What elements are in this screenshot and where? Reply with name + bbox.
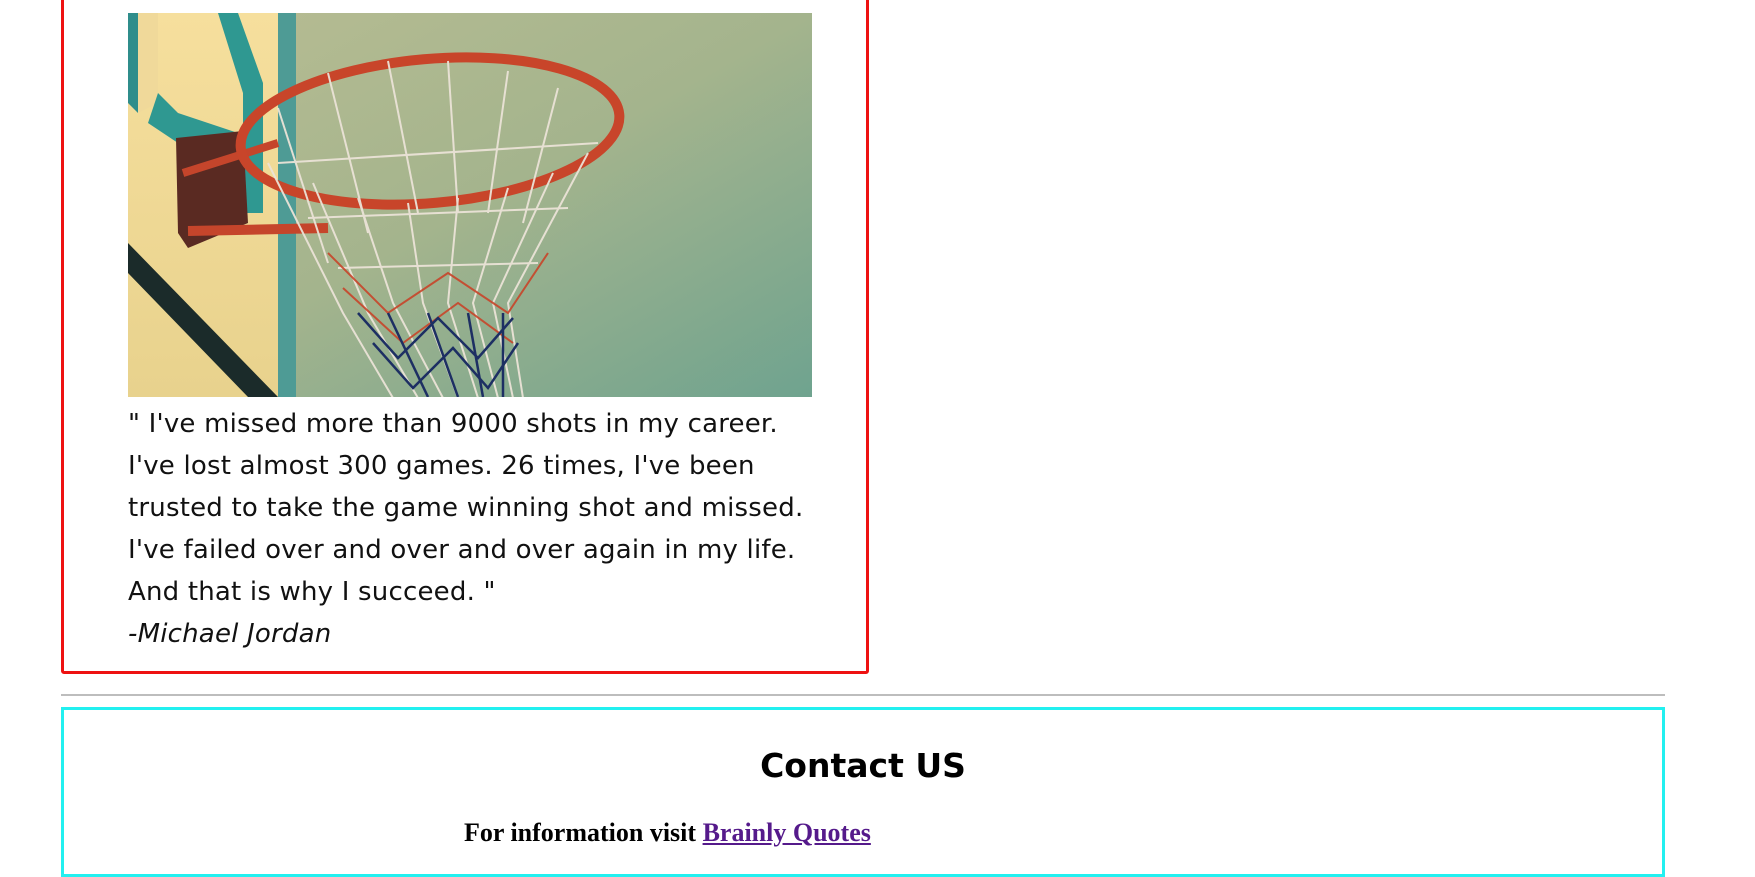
brainly-quotes-link[interactable]: Brainly Quotes (703, 818, 871, 847)
contact-info: For information visit Brainly Quotes (464, 818, 871, 848)
quote-author: -Michael Jordan (128, 619, 332, 649)
quote-card: " I've missed more than 9000 shots in my… (61, 0, 869, 674)
section-divider (61, 694, 1665, 696)
basketball-hoop-image (128, 13, 812, 397)
contact-title: Contact US (760, 746, 966, 785)
quote-body: " I've missed more than 9000 shots in my… (128, 409, 804, 607)
contact-info-prefix: For information visit (464, 818, 703, 847)
contact-section: Contact US For information visit Brainly… (61, 707, 1665, 877)
quote-text: " I've missed more than 9000 shots in my… (128, 403, 818, 655)
